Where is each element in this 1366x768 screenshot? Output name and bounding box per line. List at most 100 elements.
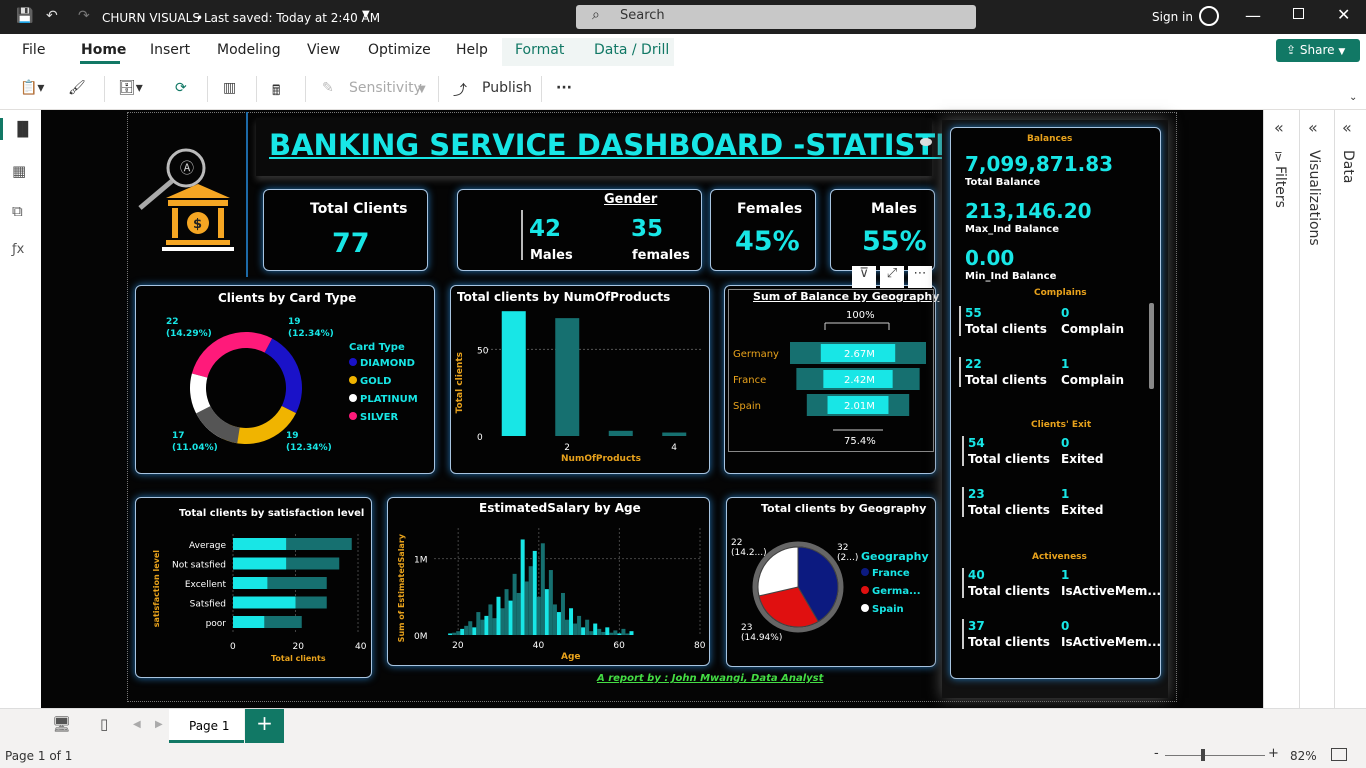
dax-query-icon[interactable]: ƒx: [12, 242, 24, 257]
share-button[interactable]: ⇪ Share ▼: [1276, 39, 1360, 62]
get-data-icon[interactable]: 🗄▾: [118, 80, 143, 96]
salary-bar: [468, 621, 473, 635]
kpi-a: 23: [968, 487, 985, 501]
males-card[interactable]: Males 55%: [830, 189, 935, 271]
avatar-icon[interactable]: [1199, 6, 1219, 26]
legend-item[interactable]: Spain: [861, 604, 921, 615]
expand-visualizations-icon[interactable]: «: [1308, 118, 1318, 137]
active-tab-indicator: [80, 61, 120, 64]
kpi-b: 1: [1061, 568, 1070, 582]
legend-label: Spain: [872, 604, 904, 615]
slice-data-label: 22: [166, 317, 179, 327]
x-tick-label: 20: [293, 642, 305, 652]
balance-geography-chart[interactable]: 2.67M Germany 2.42M France 2.01M Spain Sum of…: [724, 285, 939, 474]
calculator-icon[interactable]: 🖩: [272, 80, 280, 104]
x-tick-label: 20: [452, 641, 464, 651]
redo-icon[interactable]: ↷: [78, 8, 90, 24]
tab-data-drill[interactable]: Data / Drill: [594, 42, 669, 58]
selection-frame: [728, 289, 934, 452]
legend-item[interactable]: Germa...: [861, 586, 921, 597]
salary-bar: [593, 623, 598, 635]
chevron-down-icon[interactable]: ▼: [362, 9, 370, 20]
bar-1: [501, 311, 526, 436]
legend-item[interactable]: GOLD: [349, 376, 418, 387]
salary-bar: [524, 581, 529, 635]
filter-pane-icon: ⊽: [1274, 150, 1283, 164]
close-icon[interactable]: ✕: [1337, 5, 1350, 24]
card-type-chart[interactable]: Clients by Card Type 19 (12.34%) 19 (12.34%…: [135, 285, 435, 474]
legend-swatch: [349, 358, 357, 366]
legend-item[interactable]: PLATINUM: [349, 394, 418, 405]
total-clients-card[interactable]: Total Clients 77: [263, 189, 428, 271]
fit-to-page-icon[interactable]: [1331, 748, 1347, 761]
zoom-thumb[interactable]: [1201, 749, 1205, 761]
more-options-icon[interactable]: ⋯: [908, 266, 932, 288]
undo-icon[interactable]: ↶: [46, 8, 58, 24]
salary-age-chart[interactable]: EstimatedSalary by Age 0M 1M 20 40 60 80 Age …: [387, 497, 710, 666]
publish-button[interactable]: Publish: [482, 80, 532, 96]
paste-icon[interactable]: 📋▾: [20, 80, 44, 96]
legend-label: France: [872, 568, 910, 579]
salary-bar: [589, 631, 594, 635]
tab-format[interactable]: Format: [515, 42, 564, 58]
slice-data-label: (14.2...): [731, 548, 767, 558]
legend-item[interactable]: France: [861, 568, 921, 579]
tab-home[interactable]: Home: [81, 42, 126, 58]
gender-card[interactable]: Gender 42 Males 35 females: [457, 189, 702, 271]
tab-file[interactable]: File: [22, 42, 45, 58]
table-view-icon[interactable]: ▦: [12, 162, 26, 180]
report-view-icon[interactable]: ▐▌: [12, 122, 34, 138]
zoom-in-icon[interactable]: +: [1268, 746, 1279, 761]
zoom-out-icon[interactable]: -: [1154, 746, 1159, 761]
geography-pie-chart[interactable]: Total clients by Geography 32 (2...) 23 (14…: [726, 497, 936, 667]
tab-help[interactable]: Help: [456, 42, 488, 58]
focus-mode-icon[interactable]: ⤢: [880, 266, 904, 288]
kpi-panel[interactable]: Balances 7,099,871.83 Total Balance 213,…: [950, 127, 1161, 679]
bar-4: [233, 616, 265, 628]
view-rail: ▐▌ ▦ ⧉ ƒx: [0, 110, 41, 708]
tab-insert[interactable]: Insert: [150, 42, 190, 58]
mobile-layout-icon[interactable]: ▯: [100, 715, 108, 733]
filters-pane-label[interactable]: Filters: [1272, 166, 1288, 208]
refresh-icon[interactable]: ⟳: [175, 80, 187, 96]
ribbon-tabs: File Home Insert Modeling View Optimize …: [0, 34, 1366, 66]
expand-filters-icon[interactable]: «: [1274, 118, 1284, 137]
kpi-bl: Complain: [1061, 322, 1125, 336]
model-view-icon[interactable]: ⧉: [12, 202, 23, 220]
tab-modeling[interactable]: Modeling: [217, 42, 281, 58]
salary-bar: [565, 619, 569, 635]
filter-icon[interactable]: ⊽: [852, 266, 876, 288]
kpi-al: Total clients: [965, 322, 1047, 336]
save-icon[interactable]: 💾: [16, 8, 33, 24]
tab-view[interactable]: View: [307, 42, 340, 58]
minimize-icon[interactable]: —: [1245, 6, 1261, 25]
salary-bar: [496, 596, 501, 635]
salary-bar: [609, 632, 614, 635]
category-label: Average: [189, 541, 226, 551]
prev-page-icon[interactable]: ◀: [133, 719, 141, 730]
publish-icon: ⤴: [453, 83, 467, 99]
legend-item[interactable]: DIAMOND: [349, 358, 418, 369]
expand-data-icon[interactable]: «: [1342, 118, 1352, 137]
collapse-ribbon-icon[interactable]: ⌄: [1349, 92, 1357, 103]
salary-bar: [560, 592, 565, 635]
new-visual-icon[interactable]: ▥: [223, 80, 236, 96]
visualizations-pane-label[interactable]: Visualizations: [1306, 150, 1322, 246]
page-tab[interactable]: Page 1: [169, 709, 244, 743]
zoom-slider[interactable]: [1165, 755, 1265, 756]
data-pane-label[interactable]: Data: [1340, 150, 1356, 183]
format-painter-icon[interactable]: 🖌: [68, 80, 86, 96]
desktop-layout-icon[interactable]: 🖥: [52, 715, 71, 733]
more-options-button[interactable]: ···: [556, 80, 572, 96]
females-card[interactable]: Females 45%: [710, 189, 816, 271]
search-box[interactable]: ⌕ Search: [576, 5, 976, 29]
tab-optimize[interactable]: Optimize: [368, 42, 431, 58]
add-page-button[interactable]: +: [245, 709, 284, 743]
satisfaction-chart[interactable]: Total clients by satisfaction level Aver…: [135, 497, 372, 678]
legend-item[interactable]: SILVER: [349, 412, 418, 423]
sign-in-link[interactable]: Sign in: [1152, 10, 1193, 24]
maximize-icon[interactable]: [1293, 8, 1304, 19]
next-page-icon[interactable]: ▶: [155, 719, 163, 730]
num-products-chart[interactable]: Total clients by NumOfProducts 0 50 2 4 Num…: [450, 285, 710, 474]
title-banner: BANKING SERVICE DASHBOARD -STATISTICS: [256, 118, 989, 176]
